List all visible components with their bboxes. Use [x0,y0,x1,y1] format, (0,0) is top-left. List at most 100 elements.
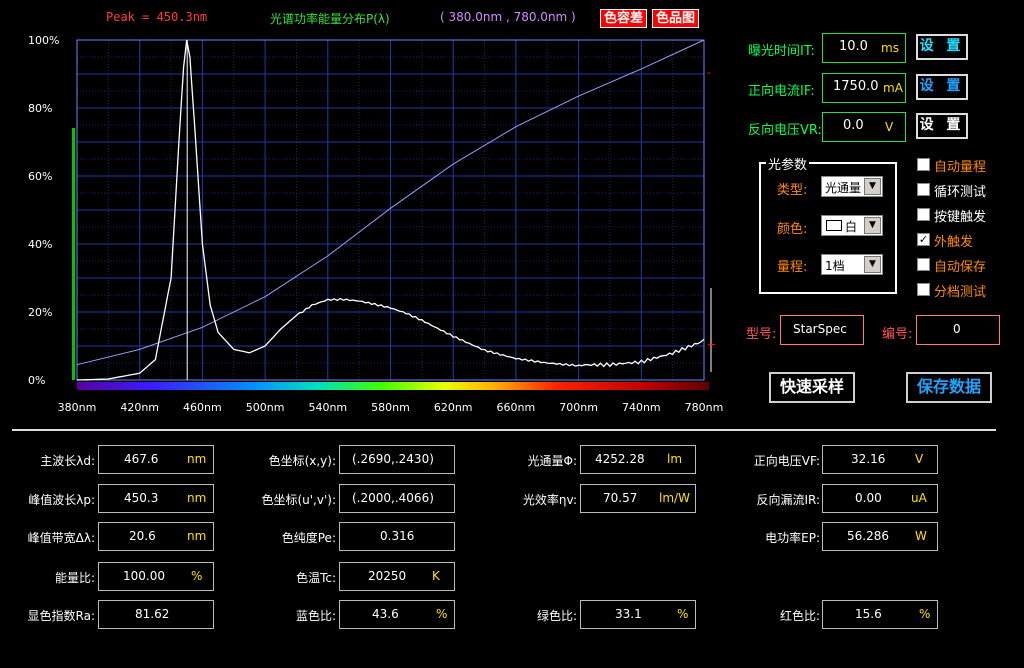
power-value: 56.286 [847,529,889,543]
exposure-value: 10.0 [839,39,868,54]
x-axis-labels: 380nm 420nm 460nm 500nm 540nm 580nm 620nm 660nm… [58,401,724,414]
green-ratio-label: 绿色比: [536,609,577,623]
flux-field[interactable]: 4252.28 lm [580,445,696,474]
current-unit: mA [883,81,903,95]
purity-field[interactable]: 0.316 [339,522,455,551]
dominant-wl-value: 467.6 [124,452,159,466]
efficacy-value: 70.57 [603,491,638,505]
ir-unit: uA [911,491,927,505]
vf-value: 32.16 [851,452,886,466]
checkbox[interactable] [917,283,930,296]
ir-value: 0.00 [855,491,882,505]
peak-bw-label: 峰值带宽Δλ: [27,531,95,545]
cri-field[interactable]: 81.62 [98,600,214,629]
chevron-down-icon[interactable]: ▼ [864,256,881,273]
dominant-wl-label: 主波长λd: [40,454,95,468]
chevron-down-icon[interactable]: ▼ [864,178,881,195]
ir-label: 反向漏流IR: [756,493,820,507]
x-tick-label: 780nm [685,401,724,414]
section-divider [12,429,996,431]
type-label: 类型: [777,183,808,198]
energy-ratio-label: 能量比: [54,571,95,585]
number-label: 编号: [882,327,913,342]
efficacy-label: 光效率ηv: [522,493,577,507]
number-field[interactable]: 0 [916,315,1000,345]
power-unit: W [915,529,927,543]
peak-bw-field[interactable]: 20.6 nm [98,522,214,551]
spectrum-chart: 0% 20% 40% 60% 80% 100% 380nm 420nm 460nm 500nm 5… [28,34,724,414]
y-axis-labels: 0% 20% 40% 60% 80% 100% [28,34,59,387]
checkbox-label: 自动量程 [934,160,987,175]
checkbox-label: 自动保存 [934,260,987,275]
color-value: 白 [845,220,858,234]
red-ratio-field[interactable]: 15.6% [822,600,938,629]
checkbox[interactable] [917,158,930,171]
x-tick-label: 460nm [183,401,222,414]
checkmark-icon: ✓ [918,233,929,246]
uv-label: 色坐标(u',v'): [261,493,336,507]
red-ratio-unit: % [919,607,931,621]
range-value: 1档 [825,259,845,273]
xy-field[interactable]: (.2690,.2430) [339,445,455,474]
vf-label: 正向电压VF: [753,454,820,468]
energy-ratio-unit: % [191,569,203,583]
current-set-button[interactable]: 设 置 [916,74,968,100]
model-label: 型号: [746,327,777,342]
blue-ratio-value: 43.6 [372,607,399,621]
energy-ratio-field[interactable]: 100.00% [98,562,214,591]
efficacy-field[interactable]: 70.57 lm/W [580,484,696,513]
green-ratio-value: 33.1 [615,607,642,621]
vf-unit: V [915,452,924,466]
x-tick-label: 700nm [559,401,598,414]
checkbox-label: 外触发 [934,235,974,250]
dominant-wl-unit: nm [187,452,207,466]
blue-ratio-field[interactable]: 43.6% [339,600,455,629]
blue-ratio-label: 蓝色比: [295,609,336,623]
save-data-button[interactable]: 保存数据 [906,372,992,403]
y-tick-label: 100% [28,34,59,47]
y-tick-label: 40% [28,238,52,251]
purity-value: 0.316 [380,529,415,543]
ir-field[interactable]: 0.00 uA [822,484,938,513]
xy-label: 色坐标(x,y): [268,454,336,468]
type-select[interactable]: 光通量 ▼ [821,176,883,197]
flux-unit: lm [667,452,683,466]
checkbox[interactable] [917,208,930,221]
peak-wl-field[interactable]: 450.3 nm [98,484,214,513]
y-tick-label: 20% [28,306,52,319]
checkbox[interactable] [917,258,930,271]
checkbox[interactable]: ✓ [917,233,930,246]
model-field[interactable]: StarSpec [780,315,864,345]
power-field[interactable]: 56.286 W [822,522,938,551]
exposure-set-button[interactable]: 设 置 [916,34,968,60]
cct-value: 20250 [368,569,407,583]
checkbox-label: 分档测试 [934,285,987,300]
green-ratio-field[interactable]: 33.1% [580,600,696,629]
color-select[interactable]: 白 ▼ [821,215,883,236]
cct-label: 色温Tc: [296,571,336,585]
model-value: StarSpec [793,322,847,336]
uv-field[interactable]: (.2000,.4066) [339,484,455,513]
cct-field[interactable]: 20250 K [339,562,455,591]
cri-value: 81.62 [135,607,170,621]
voltage-value: 0.0 [843,118,864,133]
y-tick-label: 80% [28,102,52,115]
range-select[interactable]: 1档 ▼ [821,254,883,275]
voltage-set-button[interactable]: 设 置 [916,113,968,139]
peak-wl-value: 450.3 [124,491,159,505]
x-tick-label: 660nm [497,401,536,414]
x-tick-label: 740nm [622,401,661,414]
voltage-label: 反向电压VR: [748,123,822,138]
exposure-unit: ms [881,41,899,55]
checkbox[interactable] [917,183,930,196]
quick-sample-button[interactable]: 快速采样 [769,372,855,403]
exposure-field[interactable]: 10.0 ms [822,33,906,63]
current-field[interactable]: 1750.0 mA [822,73,906,103]
dominant-wl-field[interactable]: 467.6 nm [98,445,214,474]
green-ratio-unit: % [677,607,689,621]
voltage-field[interactable]: 0.0 V [822,112,906,142]
chevron-down-icon[interactable]: ▼ [864,217,881,234]
peak-bw-value: 20.6 [129,529,156,543]
vf-field[interactable]: 32.16 V [822,445,938,474]
voltage-unit: V [885,120,894,134]
